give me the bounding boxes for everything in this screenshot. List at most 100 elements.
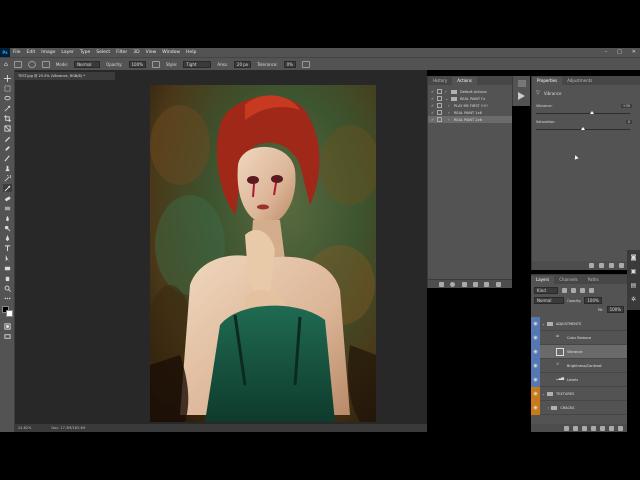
visibility-eye-icon[interactable]: ◉ [531, 358, 540, 373]
link-layers-icon[interactable] [564, 425, 569, 431]
layer-brightness-contrast[interactable]: ◉ ☼ Brightness/Contrast [531, 358, 627, 373]
view-previous-icon[interactable] [599, 263, 604, 268]
layer-vibrance[interactable]: ◉ Vibrance [531, 344, 627, 359]
gradient-tool-icon[interactable] [3, 204, 12, 212]
stop-icon[interactable] [439, 281, 445, 287]
play-icon[interactable] [461, 281, 467, 287]
menu-layer[interactable]: Layer [58, 50, 77, 55]
menu-edit[interactable]: Edit [24, 50, 39, 55]
gear-icon[interactable]: ✲ [630, 296, 637, 303]
mode-select[interactable]: Normal [74, 60, 101, 68]
visibility-eye-icon[interactable]: ◉ [531, 344, 540, 359]
visibility-eye-icon[interactable]: ◉ [531, 400, 540, 415]
image-icon[interactable]: ▣ [630, 268, 637, 275]
maximize-button[interactable]: □ [617, 49, 622, 55]
history-panel-icon[interactable] [518, 80, 526, 87]
layer-mask-icon[interactable] [582, 425, 587, 431]
menu-filter[interactable]: Filter [113, 50, 130, 55]
history-brush-tool-icon[interactable] [3, 174, 12, 182]
tab-properties[interactable]: Properties [532, 77, 563, 85]
tool-preset-icon[interactable] [13, 60, 22, 68]
expand-arrow-icon[interactable]: › [445, 89, 449, 94]
lasso-tool-icon[interactable] [3, 94, 12, 102]
tab-actions[interactable]: Actions [452, 77, 477, 85]
toggle-brush-panel-icon[interactable] [41, 60, 50, 68]
filter-shape-icon[interactable] [589, 288, 594, 293]
tab-layers[interactable]: Layers [531, 276, 555, 284]
expand-arrow-icon[interactable]: › [448, 103, 452, 108]
path-select-tool-icon[interactable] [3, 254, 12, 262]
brush-preset-icon[interactable] [27, 60, 36, 68]
pressure-size-icon[interactable] [301, 60, 310, 68]
canvas-image[interactable] [150, 85, 376, 422]
menu-file[interactable]: File [10, 50, 24, 55]
art-history-brush-tool-icon[interactable] [3, 184, 12, 192]
check-icon[interactable]: ✓ [431, 89, 435, 94]
document-tab[interactable]: TEST.jpg @ 25.5% (Vibrance, RGB/8) * [15, 72, 115, 80]
tab-history[interactable]: History [428, 77, 452, 85]
action-play-me-first[interactable]: ✓ › PLAY ME FIRST !!!!! [428, 102, 512, 109]
delete-layer-icon[interactable] [618, 425, 623, 431]
eraser-tool-icon[interactable] [3, 194, 12, 202]
style-select[interactable]: Tight [183, 60, 212, 68]
camera-icon[interactable]: ◙ [630, 254, 637, 261]
action-real-paint-1x6[interactable]: ✓ › REAL PAINT 1x6 [428, 109, 512, 116]
close-button[interactable]: ✕ [632, 49, 636, 55]
screen-mode-icon[interactable] [3, 332, 12, 340]
new-layer-icon[interactable] [609, 425, 614, 431]
zoom-tool-icon[interactable] [3, 284, 12, 292]
vibrance-slider-thumb[interactable] [590, 111, 595, 114]
healing-brush-tool-icon[interactable] [3, 144, 12, 152]
action-set-real-paint[interactable]: ✓ ⌄ REAL PAINT Fx [428, 95, 512, 102]
check-icon[interactable]: ✓ [431, 110, 435, 115]
marquee-tool-icon[interactable] [3, 84, 12, 92]
crop-tool-icon[interactable] [3, 114, 12, 122]
brush-tool-icon[interactable] [3, 154, 12, 162]
filter-kind-select[interactable]: Kind [534, 287, 558, 294]
new-adjustment-icon[interactable] [591, 425, 596, 431]
visibility-eye-icon[interactable]: ◉ [531, 316, 540, 331]
layer-style-icon[interactable] [573, 425, 578, 431]
record-icon[interactable] [450, 281, 456, 287]
vibrance-slider-track[interactable] [536, 113, 630, 114]
clip-to-layer-icon[interactable] [589, 263, 594, 268]
expand-arrow-icon[interactable]: › [448, 117, 452, 122]
collapse-arrow-icon[interactable]: ⌄ [445, 96, 449, 101]
actions-panel-icon[interactable] [518, 92, 525, 100]
saturation-value[interactable]: 0 [625, 120, 632, 124]
tab-paths[interactable]: Paths [583, 276, 604, 284]
menu-window[interactable]: Window [159, 50, 183, 55]
menu-3d[interactable]: 3D [130, 50, 142, 55]
menu-image[interactable]: Image [38, 50, 58, 55]
pen-tool-icon[interactable] [3, 234, 12, 242]
menu-type[interactable]: Type [77, 50, 93, 55]
tolerance-field[interactable]: 0% [283, 60, 296, 68]
delete-icon[interactable] [495, 281, 501, 287]
more-tools-icon[interactable] [3, 294, 12, 302]
layers-icon[interactable]: ▤ [630, 282, 637, 289]
area-field[interactable]: 20 px [233, 60, 252, 68]
new-action-icon[interactable] [484, 281, 490, 287]
layer-color-balance[interactable]: ◉ ⚖ Color Balance [531, 330, 627, 345]
dialog-toggle-icon[interactable] [437, 103, 442, 108]
home-icon[interactable]: ⌂ [4, 61, 8, 68]
background-color-swatch[interactable] [6, 310, 13, 317]
visibility-eye-icon[interactable]: ◉ [531, 386, 540, 401]
new-group-icon[interactable] [600, 425, 605, 431]
expand-arrow-icon[interactable]: › [448, 110, 452, 115]
reset-icon[interactable] [609, 263, 614, 268]
layer-group-adjustments[interactable]: ◉ ⌄ ADJUSTMENTS [531, 316, 627, 331]
type-tool-icon[interactable] [3, 244, 12, 252]
frame-tool-icon[interactable] [3, 124, 12, 132]
menu-view[interactable]: View [143, 50, 160, 55]
dialog-toggle-icon[interactable] [437, 110, 442, 115]
minimize-button[interactable]: – [605, 49, 608, 55]
dialog-toggle-icon[interactable] [437, 96, 442, 101]
check-icon[interactable]: ✓ [431, 96, 435, 101]
dodge-tool-icon[interactable] [3, 224, 12, 232]
move-tool-icon[interactable] [3, 74, 12, 82]
blend-mode-select[interactable]: Normal [534, 297, 564, 304]
check-icon[interactable]: ✓ [431, 117, 435, 122]
dialog-toggle-icon[interactable] [437, 117, 442, 122]
visibility-icon[interactable] [619, 263, 624, 268]
